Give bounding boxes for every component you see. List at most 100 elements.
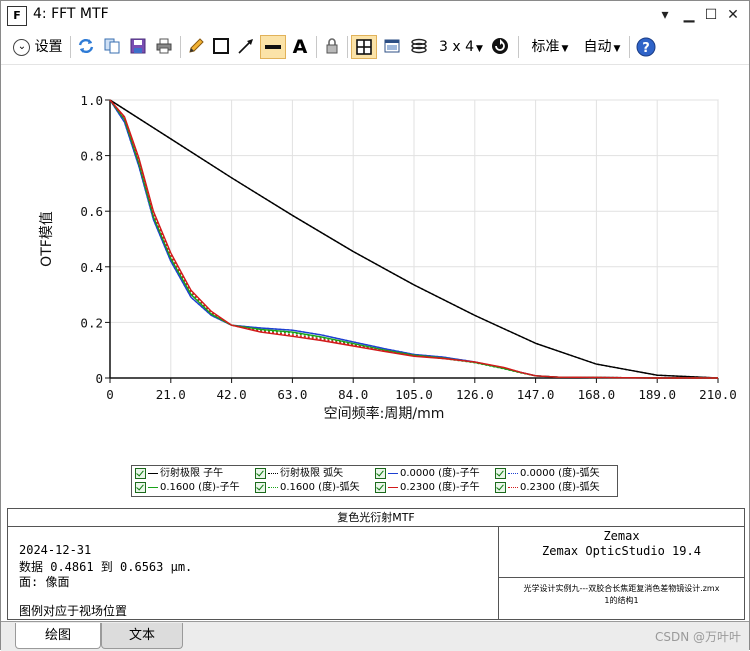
x-tick-label: 147.0 [517, 387, 555, 402]
auto-label: 自动 [583, 39, 612, 55]
refresh-icon[interactable] [75, 35, 97, 59]
close-button[interactable]: ✕ [723, 5, 743, 25]
x-tick-label: 0 [106, 387, 114, 402]
legend-checkbox[interactable] [375, 481, 386, 493]
info-filename: 光学设计实例九---双胶合长焦距复消色差物镜设计.zmx [523, 584, 720, 593]
rectangle-icon[interactable] [210, 35, 232, 59]
x-tick-label: 42.0 [217, 387, 247, 402]
toolbar: ⌄ 设置 A 3 x 4 ▼ 标准 ▼ 自动 ▼ ? [1, 30, 749, 65]
legend-label: 0.1600 (度)-子午 [160, 482, 240, 493]
layout-icon[interactable] [351, 35, 377, 59]
legend-swatch [388, 472, 398, 474]
x-tick-label: 189.0 [638, 387, 676, 402]
arrow-icon[interactable] [235, 35, 257, 59]
grid-size-label: 3 x 4 [439, 39, 475, 55]
info-surface: 面: 像面 [19, 575, 70, 589]
y-tick-label: 1.0 [80, 93, 103, 108]
x-axis-label: 空间频率:周期/mm [324, 405, 445, 422]
tab-text-label: 文本 [128, 628, 155, 643]
legend-checkbox[interactable] [135, 481, 146, 493]
standard-dropdown[interactable]: 标准 ▼ [527, 35, 573, 59]
legend-label: 0.0000 (度)-子午 [400, 468, 480, 479]
legend-label: 衍射极限 弧矢 [280, 468, 344, 479]
info-product: Zemax OpticStudio 19.4 [542, 544, 701, 558]
x-tick-label: 105.0 [395, 387, 433, 402]
legend-item[interactable]: 0.2300 (度)-弧矢 [495, 481, 600, 495]
pencil-icon[interactable] [185, 35, 207, 59]
watermark-text: CSDN @万叶叶 [654, 630, 741, 644]
y-tick-label: 0 [95, 371, 103, 386]
toolbar-separator [518, 36, 519, 58]
legend-label: 0.2300 (度)-弧矢 [520, 482, 600, 493]
maximize-button[interactable]: ☐ [701, 5, 721, 25]
app-icon: F [7, 6, 27, 26]
legend-swatch [148, 472, 158, 474]
legend-swatch [268, 486, 278, 488]
legend-item[interactable]: 0.1600 (度)-子午 [135, 481, 240, 495]
tab-graph[interactable]: 绘图 [15, 623, 101, 649]
info-config: 1的结构1 [604, 596, 639, 605]
legend-swatch [388, 486, 398, 488]
info-divider [499, 577, 744, 578]
legend-checkbox[interactable] [495, 467, 506, 479]
line-width-icon[interactable] [260, 35, 286, 59]
legend-checkbox[interactable] [255, 481, 266, 493]
toolbar-separator [347, 36, 348, 58]
toolbar-separator [629, 36, 630, 58]
legend-label: 0.1600 (度)-弧矢 [280, 482, 360, 493]
legend-checkbox[interactable] [255, 467, 266, 479]
lock-icon[interactable] [321, 35, 343, 59]
info-left-cell: 2024-12-31 数据 0.4861 到 0.6563 μm. 面: 像面 … [8, 527, 499, 619]
tab-text[interactable]: 文本 [101, 623, 183, 649]
legend-item[interactable]: 0.2300 (度)-子午 [375, 481, 480, 495]
legend-label: 衍射极限 子午 [160, 468, 224, 479]
x-tick-label: 168.0 [578, 387, 616, 402]
legend-item[interactable]: 衍射极限 子午 [135, 467, 223, 481]
x-tick-label: 84.0 [338, 387, 368, 402]
info-title: 复色光衍射MTF [8, 509, 744, 527]
legend-item[interactable]: 0.0000 (度)-子午 [375, 467, 480, 481]
legend-swatch [508, 472, 518, 474]
text-tool-icon[interactable]: A [289, 35, 311, 59]
y-axis-label: OTF模值 [39, 211, 55, 267]
legend-checkbox[interactable] [375, 467, 386, 479]
legend-item[interactable]: 衍射极限 弧矢 [255, 467, 343, 481]
pin-icon[interactable]: ▾ [655, 5, 675, 25]
bottom-tab-bar: 绘图 文本 [1, 621, 749, 651]
minimize-button[interactable]: ▁ [679, 5, 699, 25]
x-tick-label: 21.0 [156, 387, 186, 402]
settings-label: 设置 [34, 39, 63, 55]
y-tick-label: 0.2 [80, 315, 103, 330]
settings-button[interactable]: ⌄ 设置 [9, 35, 67, 59]
chart-legend: 衍射极限 子午 衍射极限 弧矢 0.0000 (度)-子午 0.0000 (度)-弧矢… [131, 465, 618, 497]
grid-size-dropdown[interactable]: 3 x 4 ▼ [437, 35, 485, 59]
standard-label: 标准 [531, 39, 560, 55]
legend-checkbox[interactable] [495, 481, 506, 493]
legend-item[interactable]: 0.1600 (度)-弧矢 [255, 481, 360, 495]
info-legend-note: 图例对应于视场位置 [19, 604, 128, 618]
layers-icon[interactable] [408, 35, 430, 59]
legend-label: 0.0000 (度)-弧矢 [520, 468, 600, 479]
tab-graph-label: 绘图 [44, 628, 71, 643]
info-right-cell: Zemax Zemax OpticStudio 19.4 光学设计实例九---双… [499, 527, 744, 619]
window-icon[interactable] [381, 35, 403, 59]
copy-icon[interactable] [101, 35, 123, 59]
x-tick-label: 126.0 [456, 387, 494, 402]
chevron-down-icon: ⌄ [13, 38, 31, 56]
legend-swatch [148, 486, 158, 488]
x-tick-label: 63.0 [277, 387, 307, 402]
legend-swatch [268, 472, 278, 474]
help-icon[interactable]: ? [634, 35, 658, 59]
legend-checkbox[interactable] [135, 467, 146, 479]
info-company: Zemax [603, 529, 640, 543]
reset-icon[interactable] [489, 35, 511, 59]
y-tick-label: 0.6 [80, 204, 103, 219]
auto-dropdown[interactable]: 自动 ▼ [579, 35, 625, 59]
title-bar: F 4: FFT MTF ▾ ▁ ☐ ✕ [1, 1, 749, 29]
svg-text:?: ? [642, 41, 650, 56]
print-icon[interactable] [153, 35, 175, 59]
legend-swatch [508, 486, 518, 488]
legend-item[interactable]: 0.0000 (度)-弧矢 [495, 467, 600, 481]
toolbar-separator [180, 36, 181, 58]
save-icon[interactable] [127, 35, 149, 59]
